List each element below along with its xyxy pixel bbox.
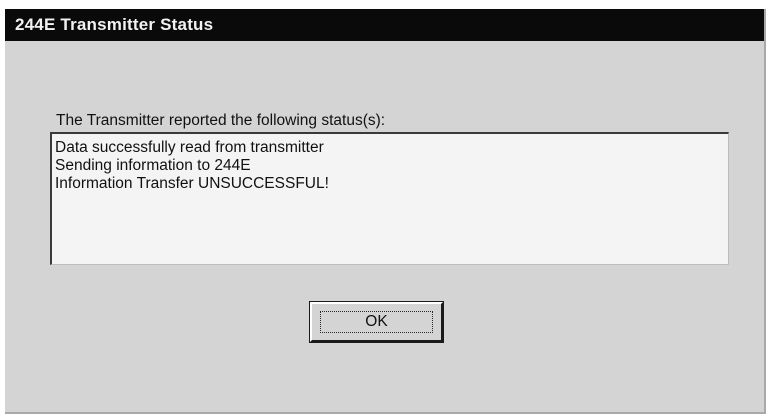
status-line: Data successfully read from transmitter <box>55 139 324 156</box>
status-prompt-label: The Transmitter reported the following s… <box>56 112 386 129</box>
status-line: Information Transfer UNSUCCESSFUL! <box>55 175 329 192</box>
status-list-box[interactable]: Data successfully read from transmitter … <box>50 132 729 265</box>
window-title: 244E Transmitter Status <box>15 15 214 34</box>
window-title-bar[interactable]: 244E Transmitter Status <box>5 9 764 41</box>
ok-button[interactable]: OK <box>309 301 444 343</box>
ok-button-label: OK <box>320 311 433 333</box>
status-line: Sending information to 244E <box>55 157 251 174</box>
transmitter-status-dialog: 244E Transmitter Status The Transmitter … <box>5 9 766 414</box>
